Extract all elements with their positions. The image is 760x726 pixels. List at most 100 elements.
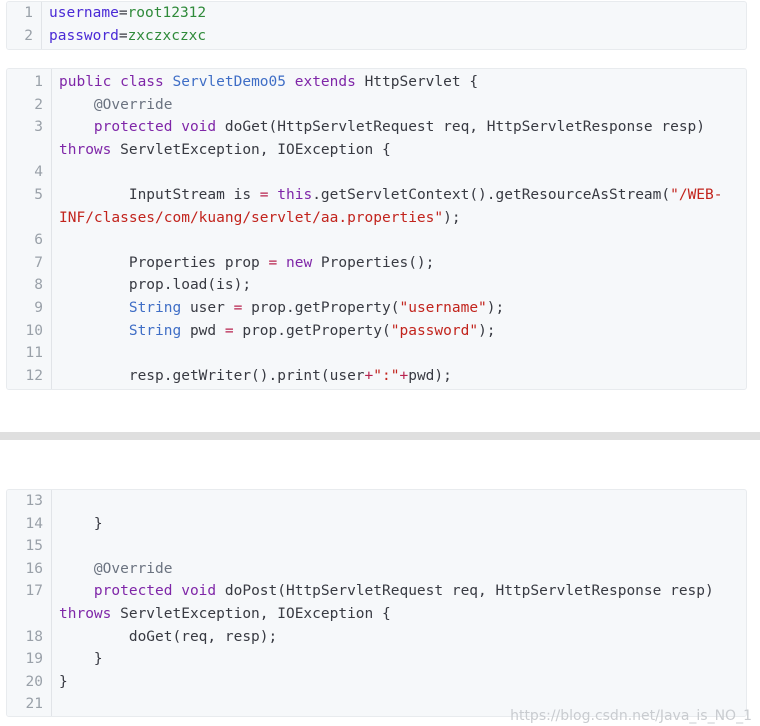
line-number: 13 bbox=[25, 493, 43, 509]
code-token: + bbox=[364, 367, 374, 384]
code-token: username bbox=[49, 5, 119, 21]
code-text: username=root12312 bbox=[49, 2, 206, 25]
code-text: prop.load(is); bbox=[59, 274, 251, 297]
line-number: 20 bbox=[25, 673, 43, 690]
code-token: ); bbox=[443, 209, 461, 226]
code-text: password=zxczxczxc bbox=[49, 25, 206, 48]
code-token: Properties prop bbox=[59, 254, 269, 271]
code-token: pwd bbox=[181, 322, 225, 339]
code-text: } bbox=[59, 648, 103, 671]
code-token: ServletException, IOException { bbox=[120, 141, 391, 158]
code-token: .getServletContext().getResourceAsStream… bbox=[312, 187, 671, 203]
line-number: 9 bbox=[34, 300, 43, 316]
code-token: root12312 bbox=[127, 5, 207, 21]
code-block-servlet-part1: 1 public class ServletDemo05 extends Http… bbox=[6, 68, 747, 390]
code-text: } bbox=[59, 513, 103, 536]
code-token: this bbox=[268, 187, 313, 203]
code-token: prop.getProperty( bbox=[242, 300, 400, 316]
code-text: public class ServletDemo05 extends HttpS… bbox=[59, 71, 478, 94]
code-token: ServletDemo05 bbox=[172, 74, 287, 90]
code-token: protected void bbox=[59, 583, 225, 600]
code-token: "username" bbox=[399, 300, 487, 316]
code-token: new bbox=[277, 254, 313, 271]
line-number: 16 bbox=[25, 560, 43, 577]
code-text: Properties prop = new Properties(); bbox=[59, 252, 435, 275]
code-token: @Override bbox=[59, 560, 173, 577]
code-token: password bbox=[49, 27, 119, 44]
code-text: resp.getWriter().print(user+":"+pwd); bbox=[59, 365, 452, 388]
code-token: zxczxczxc bbox=[127, 27, 207, 44]
code-token: = bbox=[118, 27, 128, 44]
code-token: ":" bbox=[373, 367, 400, 384]
code-token: = bbox=[259, 187, 269, 203]
line-number: 1 bbox=[34, 74, 43, 90]
code-token: ); bbox=[486, 300, 505, 316]
code-text: protected void doPost(HttpServletRequest… bbox=[59, 580, 714, 603]
code-text: @Override bbox=[59, 558, 173, 581]
code-token: + bbox=[399, 367, 409, 384]
code-token: doGet(HttpServletRequest req, HttpServle… bbox=[224, 119, 706, 136]
code-token: extends bbox=[286, 74, 365, 90]
code-token: throws bbox=[59, 606, 121, 622]
line-number: 2 bbox=[34, 96, 43, 113]
code-token: prop.getProperty( bbox=[233, 322, 391, 339]
code-token: Properties(); bbox=[312, 254, 435, 271]
code-token: String bbox=[59, 322, 182, 339]
code-token: public class bbox=[59, 74, 173, 90]
line-number: 21 bbox=[25, 696, 43, 713]
code-token: HttpServlet { bbox=[364, 74, 479, 90]
code-text: InputStream is = this.getServletContext(… bbox=[59, 184, 723, 207]
code-token: INF/classes/com/kuang/servlet/aa.propert… bbox=[59, 209, 444, 226]
code-token: } bbox=[59, 651, 103, 668]
code-token: = bbox=[268, 254, 278, 271]
line-number: 3 bbox=[34, 119, 43, 136]
code-text: String pwd = prop.getProperty("password"… bbox=[59, 320, 496, 343]
line-number: 7 bbox=[34, 254, 43, 271]
code-token: ServletException, IOException { bbox=[120, 606, 391, 622]
code-token: doGet(req, resp); bbox=[59, 628, 278, 645]
code-token: doPost(HttpServletRequest req, HttpServl… bbox=[224, 583, 714, 600]
code-text: } bbox=[59, 671, 68, 694]
code-token: user bbox=[181, 300, 234, 316]
code-token: ); bbox=[478, 322, 496, 339]
code-token: protected void bbox=[59, 119, 225, 136]
line-number: 19 bbox=[25, 651, 43, 668]
code-token: } bbox=[59, 673, 68, 690]
code-text: throws ServletException, IOException { bbox=[59, 139, 391, 162]
line-number: 11 bbox=[25, 345, 43, 362]
line-number: 6 bbox=[34, 232, 43, 249]
line-number: 1 bbox=[24, 5, 33, 21]
line-number: 2 bbox=[24, 27, 33, 44]
line-number: 15 bbox=[25, 538, 43, 555]
code-text: String user = prop.getProperty("username… bbox=[59, 297, 504, 320]
line-number: 18 bbox=[25, 628, 43, 645]
code-token: InputStream is bbox=[59, 187, 260, 203]
line-number: 5 bbox=[34, 187, 43, 203]
line-number: 8 bbox=[34, 277, 43, 294]
line-number: 14 bbox=[25, 515, 43, 532]
code-token: String bbox=[59, 300, 182, 316]
code-token: throws bbox=[59, 141, 121, 158]
page-break-divider bbox=[0, 432, 760, 440]
line-number: 17 bbox=[25, 583, 43, 600]
code-token: "/WEB- bbox=[670, 187, 723, 203]
code-token: = bbox=[118, 5, 128, 21]
code-block-servlet-part2: 13 14 } 15 16 @Override 17 protected void do… bbox=[6, 489, 747, 717]
line-number: 12 bbox=[25, 367, 43, 384]
code-token: = bbox=[224, 322, 234, 339]
code-token: resp.getWriter().print(user bbox=[59, 367, 365, 384]
code-token: pwd); bbox=[408, 367, 452, 384]
code-text: @Override bbox=[59, 94, 173, 117]
code-token: "password" bbox=[390, 322, 479, 339]
code-text: protected void doGet(HttpServletRequest … bbox=[59, 116, 705, 139]
code-text: doGet(req, resp); bbox=[59, 626, 277, 649]
watermark: https://blog.csdn.net/Java_is_NO_1 bbox=[510, 708, 752, 724]
code-text: INF/classes/com/kuang/servlet/aa.propert… bbox=[59, 207, 461, 230]
line-number: 10 bbox=[25, 322, 43, 339]
code-token: prop.load(is); bbox=[59, 277, 252, 294]
code-token: } bbox=[59, 515, 103, 532]
code-text: throws ServletException, IOException { bbox=[59, 603, 391, 626]
code-token: @Override bbox=[59, 96, 173, 113]
code-block-properties: 1 username=root12312 2 password=zxczxczxc bbox=[6, 1, 747, 50]
line-number: 4 bbox=[34, 164, 43, 181]
